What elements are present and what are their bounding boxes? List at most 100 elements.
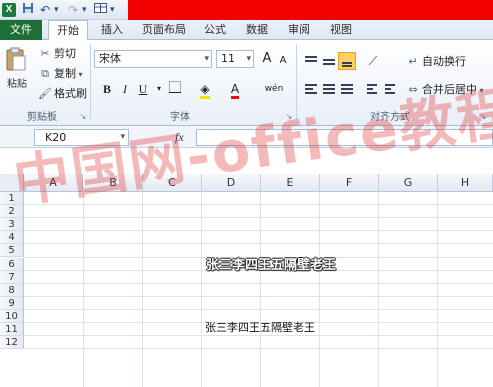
grid-row-line (24, 335, 493, 337)
row-header-9[interactable]: 9 (0, 296, 24, 310)
paste-icon (6, 47, 26, 71)
row-header-3[interactable]: 3 (0, 218, 24, 232)
font-size-select[interactable]: 11 ▾ (216, 50, 254, 68)
name-box-value: K20 (45, 131, 67, 144)
merge-center-label: 合并后居中 (422, 83, 477, 96)
scissors-icon: ✂ (40, 47, 50, 60)
row-header-7[interactable]: 7 (0, 270, 24, 284)
paste-button[interactable]: 粘贴 (4, 46, 30, 98)
phonetic-button[interactable]: wén (262, 80, 286, 98)
column-header-h[interactable]: H (438, 174, 493, 192)
undo-icon[interactable]: ↶ (40, 2, 50, 18)
phonetic-icon: wén (264, 84, 284, 94)
tab-formulas[interactable]: 公式 (198, 20, 232, 40)
table-icon[interactable] (94, 2, 107, 18)
brush-icon: 🖌 (38, 87, 52, 100)
select-all-corner[interactable] (0, 174, 24, 192)
shrink-font-button[interactable]: A (274, 52, 292, 70)
row-header-2[interactable]: 2 (0, 205, 24, 219)
cut-label: 剪切 (54, 47, 76, 60)
tab-data[interactable]: 数据 (240, 20, 274, 40)
undo-dropdown-icon[interactable]: ▾ (54, 2, 59, 18)
orientation-icon: ⟋ (368, 54, 378, 68)
column-header-e[interactable]: E (261, 174, 320, 192)
tab-home[interactable]: 开始 (48, 20, 88, 41)
decrease-indent-button[interactable] (364, 80, 382, 98)
grid-column-line (437, 192, 438, 387)
row-header-4[interactable]: 4 (0, 231, 24, 245)
clipboard-launcher-icon[interactable]: ↘ (78, 112, 88, 122)
merge-center-button[interactable]: ⇔ 合并后居中 ▾ (406, 82, 483, 98)
format-painter-button[interactable]: 🖌 格式刷 (38, 86, 87, 102)
tab-page-layout[interactable]: 页面布局 (138, 20, 190, 40)
wrap-text-button[interactable]: ↵ 自动换行 (406, 54, 466, 70)
increase-indent-button[interactable] (382, 80, 400, 98)
save-icon[interactable] (22, 2, 34, 18)
font-launcher-icon[interactable]: ↘ (284, 112, 294, 122)
copy-button[interactable]: ⧉ 复制 ▾ (38, 66, 83, 82)
formula-bar: K20 ▾ fx (0, 126, 493, 148)
grid-row-line (24, 348, 493, 350)
align-top-button[interactable] (302, 52, 320, 70)
row-header-10[interactable]: 10 (0, 309, 24, 323)
orientation-button[interactable]: ⟋ (364, 52, 382, 70)
row-header-1[interactable]: 1 (0, 192, 24, 206)
align-left-button[interactable] (302, 80, 320, 98)
font-color-icon: A (230, 83, 240, 99)
align-center-button[interactable] (320, 80, 338, 98)
alignment-launcher-icon[interactable]: ↘ (478, 112, 488, 122)
grid-row-line (24, 295, 493, 297)
sheet-gap (0, 148, 493, 174)
align-middle-button[interactable] (320, 52, 338, 70)
excel-app-icon[interactable]: X (2, 3, 16, 17)
grid-column-line (260, 192, 261, 387)
customize-quick-access-icon[interactable]: ▾ (110, 2, 115, 18)
bold-button[interactable]: B (98, 80, 116, 98)
group-divider (296, 44, 297, 120)
paste-label: 粘贴 (7, 79, 27, 90)
fill-color-button[interactable]: ◈ (196, 80, 214, 99)
column-header-d[interactable]: D (202, 174, 261, 192)
column-header-a[interactable]: A (24, 174, 83, 192)
row-header-12[interactable]: 12 (0, 336, 24, 350)
borders-button[interactable] (166, 80, 184, 98)
format-painter-label: 格式刷 (54, 87, 87, 100)
row-header-5[interactable]: 5 (0, 244, 24, 258)
font-name-value: 宋体 (99, 52, 121, 65)
chevron-down-icon: ▾ (204, 54, 209, 64)
wrap-text-label: 自动换行 (422, 55, 466, 68)
insert-function-button[interactable]: fx (175, 129, 191, 146)
ribbon-tabs: 文件 开始 插入 页面布局 公式 数据 审阅 视图 (0, 20, 493, 41)
column-header-g[interactable]: G (379, 174, 438, 192)
column-header-b[interactable]: B (84, 174, 143, 192)
cell-d5[interactable]: 张三李四王五隔壁老王 (206, 254, 336, 273)
worksheet-grid[interactable]: ABCDEFGH 1 2 3 4 5 6 7 8 9 10 11 12 张三李四王五隔壁老王 张三李四… (0, 174, 493, 387)
formula-input[interactable] (196, 129, 493, 146)
tab-review[interactable]: 审阅 (282, 20, 316, 40)
row-header-8[interactable]: 8 (0, 283, 24, 297)
tab-file[interactable]: 文件 (0, 20, 42, 40)
copy-label: 复制 (54, 67, 76, 80)
cell-d9[interactable]: 张三李四王五隔壁老王 (205, 319, 315, 335)
italic-button[interactable]: I (116, 80, 134, 98)
align-bottom-button[interactable] (338, 52, 356, 70)
row-header-6[interactable]: 6 (0, 257, 24, 271)
tab-insert[interactable]: 插入 (94, 20, 130, 40)
redo-dropdown-icon[interactable]: ▾ (82, 2, 87, 18)
redo-icon[interactable]: ↷ (68, 2, 78, 18)
row-header-11[interactable]: 11 (0, 323, 24, 337)
grid-column-line (83, 192, 84, 387)
tab-view[interactable]: 视图 (324, 20, 358, 40)
name-box[interactable]: K20 ▾ (34, 129, 129, 146)
column-header-f[interactable]: F (320, 174, 379, 192)
excel-window: X ↶ ▾ ↷ ▾ ▾ 文件 开始 插入 页面布局 公式 数据 审阅 视图 粘贴… (0, 0, 493, 387)
grid-row-line (24, 308, 493, 310)
font-color-button[interactable]: A (226, 80, 244, 99)
font-name-select[interactable]: 宋体 ▾ (94, 50, 212, 68)
font-size-value: 11 (221, 52, 235, 65)
cut-button[interactable]: ✂ 剪切 (38, 46, 76, 62)
align-right-button[interactable] (338, 80, 356, 98)
column-header-c[interactable]: C (143, 174, 202, 192)
grid-column-line (378, 192, 379, 387)
grid-row-line (24, 282, 493, 284)
